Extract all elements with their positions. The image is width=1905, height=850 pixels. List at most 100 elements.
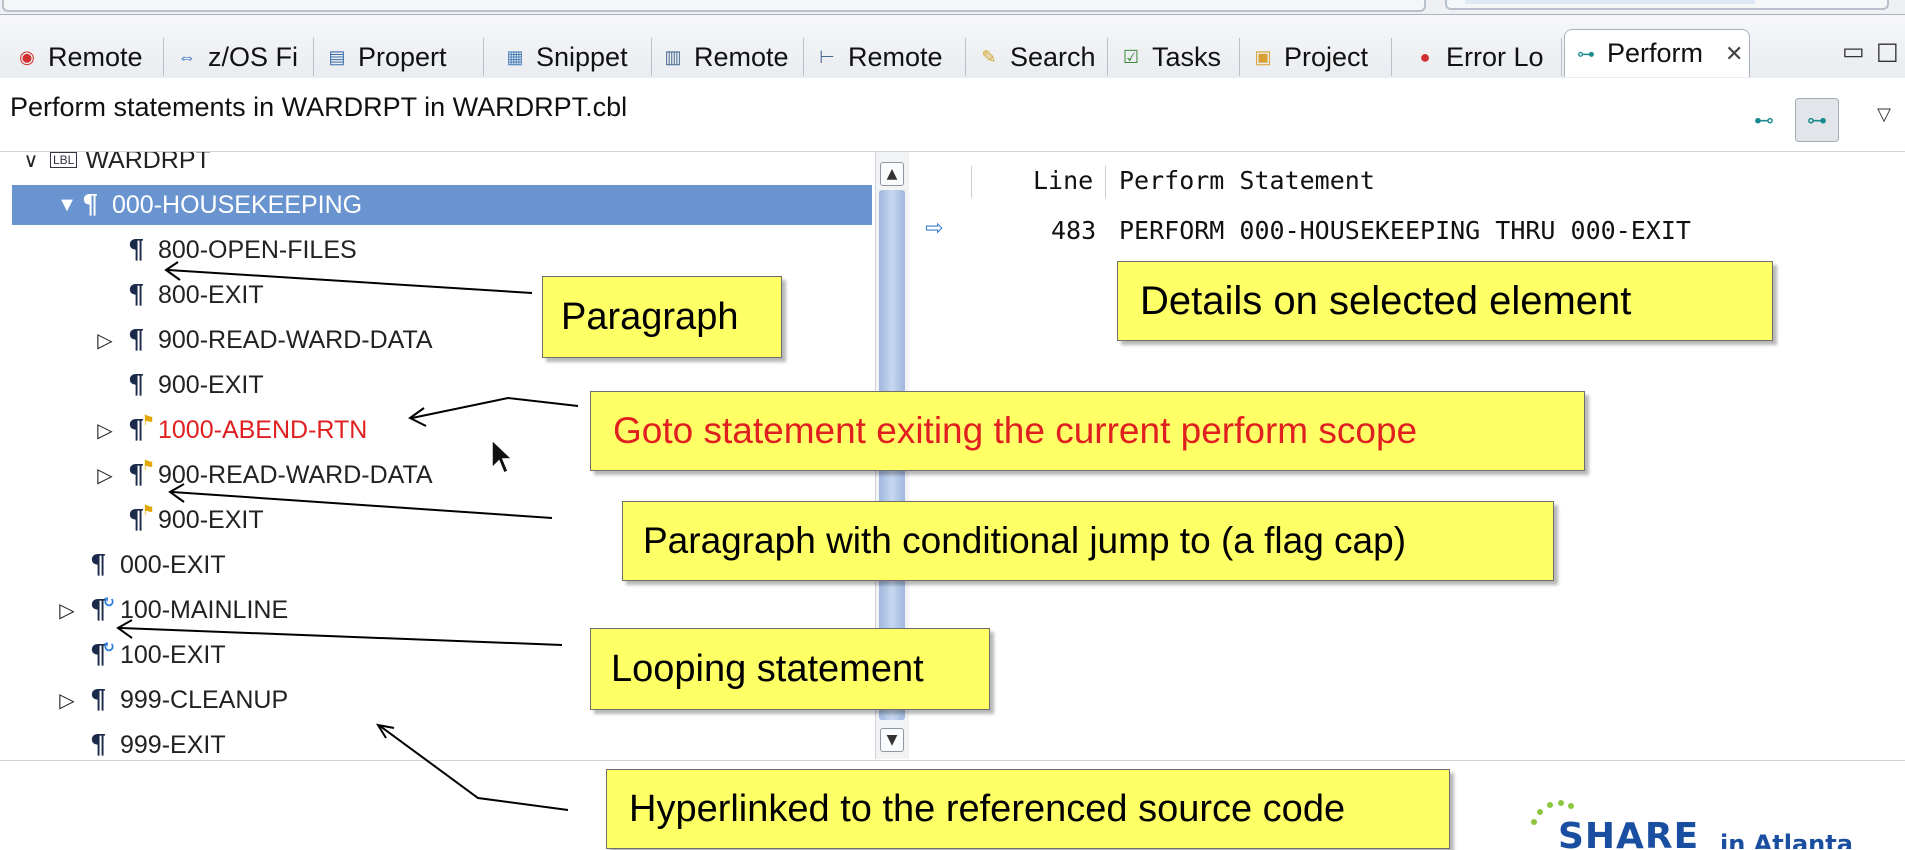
paragraph-icon: ¶ — [90, 685, 107, 715]
callout-goto: Goto statement exiting the current perfo… — [590, 391, 1585, 471]
close-icon[interactable]: ✕ — [1725, 41, 1743, 67]
tree-item[interactable]: ¶ ⚑ 900-EXIT — [128, 500, 264, 540]
minimize-icon[interactable]: ▭ — [1842, 37, 1865, 65]
tree-item-label: 900-READ-WARD-DATA — [158, 460, 433, 489]
tab-label: Error Lo — [1446, 41, 1544, 72]
error-log-icon: ● — [1419, 47, 1431, 67]
editor-area-remnant — [0, 0, 1905, 15]
callout-hyperlink: Hyperlinked to the referenced source cod… — [606, 769, 1450, 849]
expanded-icon[interactable]: ▼ — [52, 194, 82, 217]
tree-item-label: 100-EXIT — [120, 640, 226, 669]
tree-item-label: 000-HOUSEKEEPING — [112, 190, 363, 219]
tab-tasks[interactable]: ☑ Tasks — [1110, 38, 1240, 76]
tab-remote-console[interactable]: ▥ Remote — [652, 38, 804, 76]
remote-error-icon: ◉ — [19, 47, 35, 67]
column-header-statement[interactable]: Perform Statement — [1119, 166, 1375, 195]
tree-item[interactable]: ¶ 900-EXIT — [128, 365, 264, 405]
tree-item[interactable]: ¶ 999-EXIT — [90, 725, 226, 759]
perform-hierarchy-icon: ⊶ — [1577, 43, 1595, 64]
tab-snippets[interactable]: ▦ Snippet — [494, 38, 652, 76]
table-cell-statement[interactable]: PERFORM 000-HOUSEKEEPING THRU 000-EXIT — [1119, 216, 1691, 245]
tree-item-label: 900-READ-WARD-DATA — [158, 325, 433, 354]
tree-item-label: 1000-ABEND-RTN — [158, 415, 368, 444]
expand-icon[interactable]: ▷ — [90, 328, 120, 353]
callout-text: Goto statement exiting the current perfo… — [613, 410, 1418, 451]
snippet-icon: ▦ — [506, 47, 524, 67]
tab-label: Remote — [48, 41, 143, 72]
column-header-line[interactable]: Line — [1033, 166, 1093, 195]
tree-item-label: WARDRPT — [85, 152, 211, 174]
tasks-icon: ☑ — [1122, 47, 1140, 67]
callout-text: Paragraph with conditional jump to (a fl… — [643, 520, 1407, 561]
tab-search[interactable]: ✎ Search — [968, 38, 1108, 76]
tab-label: Remote — [848, 41, 943, 72]
tree-item-label: 900-EXIT — [158, 370, 264, 399]
expand-icon[interactable]: ▷ — [90, 418, 120, 443]
expand-icon[interactable]: ▷ — [52, 688, 82, 713]
tab-label: Project — [1284, 41, 1369, 72]
logo-subtext: in Atlanta — [1720, 830, 1853, 849]
scroll-down-icon[interactable]: ▼ — [880, 728, 904, 752]
secondary-frame — [1445, 0, 1889, 10]
expand-icon[interactable]: ▷ — [52, 598, 82, 623]
callers-hierarchy-icon[interactable]: ⊷ — [1742, 98, 1786, 142]
lbl-badge-icon: LBL — [50, 152, 78, 168]
tree-root[interactable]: ∨ LBL WARDRPT — [16, 152, 211, 180]
tree-item[interactable]: ¶ 800-OPEN-FILES — [128, 230, 357, 270]
view-menu-chevron-down-icon[interactable]: ▽ — [1862, 92, 1905, 136]
paragraph-icon: ¶ — [90, 550, 107, 580]
tree-item-label: 999-EXIT — [120, 730, 226, 759]
tree-item[interactable]: ▷ ¶ ⚑ 900-READ-WARD-DATA — [90, 455, 433, 495]
remote-tree-icon: ⊢ — [819, 47, 835, 67]
tree-item[interactable]: ▼ ¶ 000-HOUSEKEEPING — [12, 185, 872, 225]
view-header: Perform statements in WARDRPT in WARDRPT… — [0, 78, 1905, 152]
editor-frame — [2, 0, 1426, 12]
tab-perform-hierarchy[interactable]: ⊶ Perform ✕ — [1564, 29, 1750, 77]
maximize-icon[interactable]: □ — [1876, 37, 1899, 65]
tree-item-label: 800-OPEN-FILES — [158, 235, 357, 264]
paragraph-loop-icon: ¶ ↻ — [90, 592, 116, 625]
paragraph-icon: ¶ — [128, 280, 145, 310]
paragraph-icon: ¶ — [82, 190, 99, 220]
view-description: Perform statements in WARDRPT in WARDRPT… — [10, 92, 628, 122]
tree-item-label: 100-MAINLINE — [120, 595, 289, 624]
tab-error-log[interactable]: ● Error Lo — [1404, 38, 1562, 76]
table-cell-line[interactable]: 483 — [1051, 216, 1096, 245]
paragraph-icon: ¶ — [128, 325, 145, 355]
expand-icon[interactable]: ▷ — [90, 463, 120, 488]
callees-hierarchy-icon[interactable]: ⊶ — [1795, 98, 1839, 142]
tree-item[interactable]: ▷ ¶ ↻ 100-MAINLINE — [52, 590, 288, 630]
collapse-icon[interactable]: ∨ — [16, 152, 46, 173]
tab-label: Tasks — [1152, 41, 1222, 72]
share-logo: SHARE in Atlanta — [1520, 790, 1890, 849]
tree-item[interactable]: ¶ 000-EXIT — [90, 545, 226, 585]
tab-zos-files[interactable]: ⇔ z/OS Fi — [166, 38, 314, 76]
paragraph-icon: ¶ — [128, 235, 145, 265]
callout-paragraph: Paragraph — [542, 276, 782, 358]
tab-properties[interactable]: ▤ Propert — [316, 38, 484, 76]
logo-word: SHARE — [1558, 816, 1700, 849]
callout-text: Paragraph — [561, 295, 739, 338]
tree-item[interactable]: ▷ ¶ 999-CLEANUP — [52, 680, 288, 720]
paragraph-flag-icon: ¶ ⚑ — [128, 413, 155, 445]
tree-item[interactable]: ▷ ¶ 900-READ-WARD-DATA — [90, 320, 433, 360]
zos-files-icon: ⇔ — [178, 47, 196, 67]
callout-text: Looping statement — [611, 647, 924, 690]
tab-remote-systems[interactable]: ◉ Remote — [6, 38, 164, 76]
paragraph-flag-icon: ¶ ⚑ — [128, 458, 155, 490]
tab-remote-tree[interactable]: ⊢ Remote — [806, 38, 966, 76]
view-tab-bar: ◉ Remote ⇔ z/OS Fi ▤ Propert ▦ Snippet ▥… — [0, 15, 1905, 79]
tree-item-goto[interactable]: ▷ ¶ ⚑ 1000-ABEND-RTN — [90, 410, 367, 450]
project-icon: ▣ — [1254, 47, 1272, 67]
tree-item-label: 000-EXIT — [120, 550, 226, 579]
tree-item[interactable]: ¶ ↻ 100-EXIT — [90, 635, 226, 675]
callout-conditional: Paragraph with conditional jump to (a fl… — [622, 501, 1554, 581]
paragraph-flag-icon: ¶ ⚑ — [128, 503, 155, 535]
tab-label: Search — [1010, 41, 1096, 72]
current-location-arrow-icon: ⇨ — [925, 216, 944, 241]
scroll-up-icon[interactable]: ▲ — [880, 162, 904, 186]
tab-project[interactable]: ▣ Project — [1242, 38, 1392, 76]
tree-item-label: 800-EXIT — [158, 280, 264, 309]
paragraph-icon: ¶ — [128, 370, 145, 400]
tree-item[interactable]: ¶ 800-EXIT — [128, 275, 264, 315]
